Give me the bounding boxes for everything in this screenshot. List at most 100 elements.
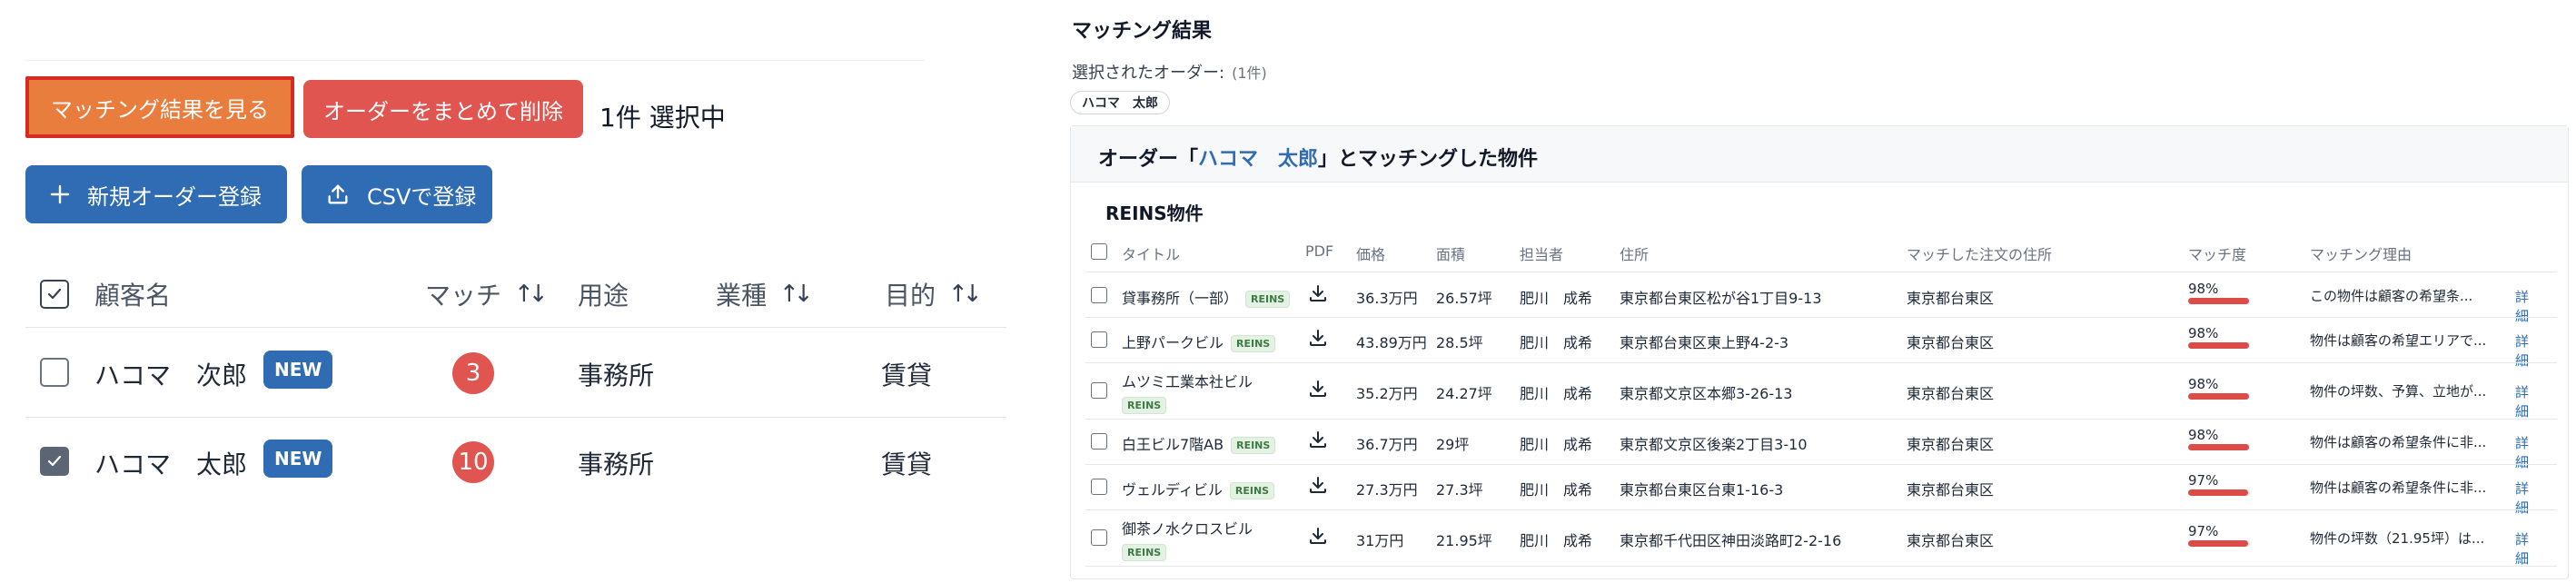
- detail-link[interactable]: 詳細: [2515, 382, 2529, 420]
- row-checkbox[interactable]: [40, 447, 69, 476]
- card-header: オーダー「ハコマ 太郎」とマッチングした物件: [1071, 126, 2568, 183]
- row-checkbox[interactable]: [1091, 479, 1107, 495]
- row-checkbox[interactable]: [40, 358, 69, 387]
- sort-icon[interactable]: ↑↓: [779, 281, 813, 308]
- column-match[interactable]: マッチ ↑↓: [425, 276, 549, 312]
- match-rate-bar: [2188, 342, 2250, 349]
- address-cell: 東京都台東区台東1-16-3: [1620, 481, 1784, 499]
- match-rate-cell: 98%: [2188, 427, 2250, 450]
- property-title[interactable]: 御茶ノ水クロスビル REINS: [1122, 517, 1253, 561]
- row-checkbox[interactable]: [1091, 331, 1107, 348]
- matched-address-cell: 東京都台東区: [1907, 334, 1995, 351]
- match-rate-bar-fill: [2188, 489, 2248, 496]
- column-pdf: PDF: [1305, 242, 1334, 260]
- detail-link[interactable]: 詳細: [2515, 529, 2529, 568]
- match-rate-cell: 98%: [2188, 325, 2250, 349]
- usage-cell: 事務所: [578, 361, 655, 390]
- reins-tag: REINS: [1122, 397, 1167, 414]
- detail-link[interactable]: 詳細: [2515, 433, 2529, 471]
- match-rate-cell: 98%: [2188, 376, 2250, 400]
- property-title[interactable]: 貸事務所（一部） REINS: [1122, 286, 1291, 308]
- detail-link[interactable]: 詳細: [2515, 479, 2529, 517]
- reins-tag: REINS: [1229, 482, 1275, 499]
- area-cell: 21.95坪: [1436, 532, 1492, 549]
- new-order-button[interactable]: 新規オーダー登録: [25, 165, 287, 223]
- match-rate-label: 97%: [2188, 523, 2219, 539]
- matching-reason-cell: 物件の坪数（21.95坪）は...: [2310, 530, 2485, 547]
- match-rate-bar: [2188, 297, 2250, 304]
- new-badge: NEW: [263, 351, 333, 389]
- order-customer-link[interactable]: ハコマ 太郎: [1198, 148, 1318, 171]
- selected-orders-label: 選択されたオーダー: (1件): [1072, 60, 1267, 84]
- match-count-badge[interactable]: 3: [452, 352, 494, 394]
- card-title: オーダー「ハコマ 太郎」とマッチングした物件: [1098, 143, 1538, 172]
- download-icon[interactable]: [1307, 474, 1329, 496]
- row-checkbox[interactable]: [1091, 286, 1107, 303]
- property-title-text: 上野パークビル: [1122, 334, 1224, 351]
- table-row[interactable]: ハコマ 太郎 NEW 10 事務所 賃貸: [25, 418, 1006, 505]
- customer-name[interactable]: ハコマ 次郎: [94, 356, 247, 392]
- agent-cell: 肥川 成希: [1520, 334, 1593, 351]
- agent-cell: 肥川 成希: [1520, 385, 1593, 402]
- view-matching-results-button[interactable]: マッチング結果を見る: [25, 76, 294, 138]
- column-price: 価格: [1356, 246, 1386, 263]
- matched-address-cell: 東京都台東区: [1907, 385, 1995, 402]
- property-title[interactable]: ムツミ工業本社ビル REINS: [1122, 370, 1253, 414]
- upload-icon: [328, 184, 348, 204]
- sort-icon[interactable]: ↑↓: [948, 281, 982, 308]
- select-all-checkbox[interactable]: [1091, 243, 1107, 260]
- order-list-panel: マッチング結果を見る オーダーをまとめて削除 1件 選択中 新規オーダー登録 C…: [0, 0, 1017, 583]
- column-match-label: マッチ: [425, 281, 502, 311]
- download-icon[interactable]: [1307, 327, 1329, 349]
- column-usage: 用途: [578, 276, 629, 312]
- property-title[interactable]: 上野パークビル REINS: [1122, 331, 1276, 352]
- column-address: 住所: [1620, 246, 1650, 263]
- selection-count: 1件 選択中: [599, 103, 726, 133]
- price-cell: 36.3万円: [1356, 289, 1418, 307]
- selected-order-chip[interactable]: ハコマ 太郎: [1070, 91, 1170, 114]
- table-row[interactable]: ハコマ 次郎 NEW 3 事務所 賃貸: [25, 329, 1006, 416]
- property-title-text: 貸事務所（一部）: [1122, 289, 1239, 307]
- property-title-text: ヴェルディビル: [1122, 481, 1223, 499]
- agent-cell: 肥川 成希: [1520, 532, 1593, 549]
- download-icon[interactable]: [1307, 282, 1329, 304]
- download-icon[interactable]: [1307, 429, 1329, 450]
- purpose-cell: 賃貸: [881, 361, 933, 390]
- customer-name[interactable]: ハコマ 太郎: [94, 445, 247, 481]
- match-rate-bar-fill: [2188, 297, 2249, 304]
- download-icon[interactable]: [1307, 378, 1329, 400]
- matched-address-cell: 東京都台東区: [1907, 436, 1995, 453]
- column-industry[interactable]: 業種 ↑↓: [716, 276, 814, 312]
- property-title-text: 御茶ノ水クロスビル: [1122, 520, 1253, 538]
- property-title[interactable]: 白王ビル7階AB REINS: [1122, 432, 1276, 454]
- divider: [1085, 464, 2557, 465]
- area-cell: 28.5坪: [1436, 334, 1483, 351]
- csv-register-button[interactable]: CSVで登録: [302, 165, 492, 223]
- row-checkbox[interactable]: [1091, 382, 1107, 399]
- row-checkbox[interactable]: [1091, 433, 1107, 450]
- match-count-badge[interactable]: 10: [452, 441, 494, 483]
- divider: [25, 60, 925, 61]
- column-area: 面積: [1436, 246, 1466, 263]
- column-reason: マッチング理由: [2310, 246, 2413, 263]
- property-title[interactable]: ヴェルディビル REINS: [1122, 478, 1275, 499]
- match-rate-label: 97%: [2188, 472, 2219, 489]
- row-checkbox[interactable]: [1091, 529, 1107, 546]
- column-purpose[interactable]: 目的 ↑↓: [885, 276, 983, 312]
- match-rate-bar: [2188, 444, 2250, 450]
- select-all-checkbox[interactable]: [40, 280, 69, 309]
- column-agent: 担当者: [1520, 246, 1564, 263]
- area-cell: 26.57坪: [1436, 289, 1492, 307]
- sort-icon[interactable]: ↑↓: [514, 281, 548, 308]
- match-rate-bar: [2188, 393, 2250, 400]
- match-rate-bar-fill: [2188, 342, 2249, 349]
- reins-tag: REINS: [1245, 290, 1291, 308]
- reins-tag: REINS: [1122, 544, 1167, 561]
- bulk-delete-orders-button[interactable]: オーダーをまとめて削除: [303, 80, 583, 138]
- matching-reason-cell: 物件は顧客の希望条件に非...: [2310, 479, 2487, 496]
- detail-link[interactable]: 詳細: [2515, 331, 2529, 370]
- matching-reason-cell: この物件は顧客の希望条...: [2310, 287, 2473, 304]
- download-icon[interactable]: [1307, 525, 1329, 547]
- detail-link[interactable]: 詳細: [2515, 287, 2529, 325]
- plus-icon: [50, 184, 70, 204]
